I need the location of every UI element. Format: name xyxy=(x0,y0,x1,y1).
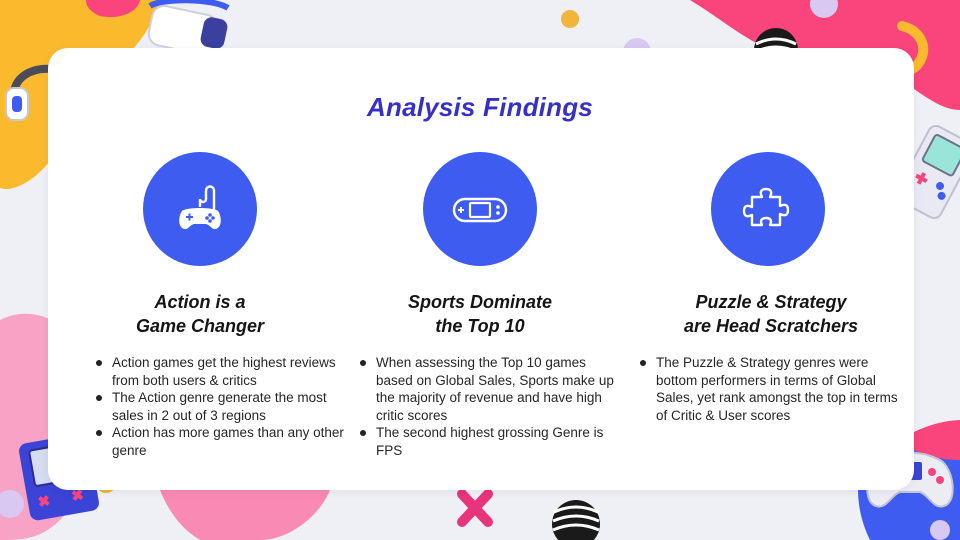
handheld-console-icon xyxy=(452,197,508,223)
list-item: Action has more games than any other gen… xyxy=(94,424,344,459)
lavender-ball-shape xyxy=(930,520,950,540)
finding-bullet-list: Action games get the highest reviews fro… xyxy=(94,354,344,460)
finding-heading: Puzzle & Strategy are Head Scratchers xyxy=(683,292,859,336)
striped-ball-shape xyxy=(552,500,600,540)
list-item: The Puzzle & Strategy genres were bottom… xyxy=(638,354,900,424)
list-item: The second highest grossing Genre is FPS xyxy=(358,424,620,459)
icon-circle xyxy=(143,152,257,266)
gold-ball-shape xyxy=(561,10,579,28)
icon-circle xyxy=(711,152,825,266)
pink-blob-bottom xyxy=(160,490,330,540)
icon-circle xyxy=(423,152,537,266)
finding-heading: Action is a Game Changer xyxy=(135,292,265,336)
pink-x-shape xyxy=(457,489,493,527)
finding-bullet-list: When assessing the Top 10 games based on… xyxy=(358,354,620,460)
finding-bullet-list: The Puzzle & Strategy genres were bottom… xyxy=(638,354,900,424)
list-item: The Action genre generate the most sales… xyxy=(94,389,344,424)
slide-title: Analysis Findings xyxy=(367,92,593,122)
list-item: Action games get the highest reviews fro… xyxy=(94,354,344,389)
gamepad-controller-icon xyxy=(179,185,221,230)
finding-heading: Sports Dominate the Top 10 xyxy=(407,292,553,336)
list-item: When assessing the Top 10 games based on… xyxy=(358,354,620,424)
puzzle-piece-icon xyxy=(742,187,790,227)
